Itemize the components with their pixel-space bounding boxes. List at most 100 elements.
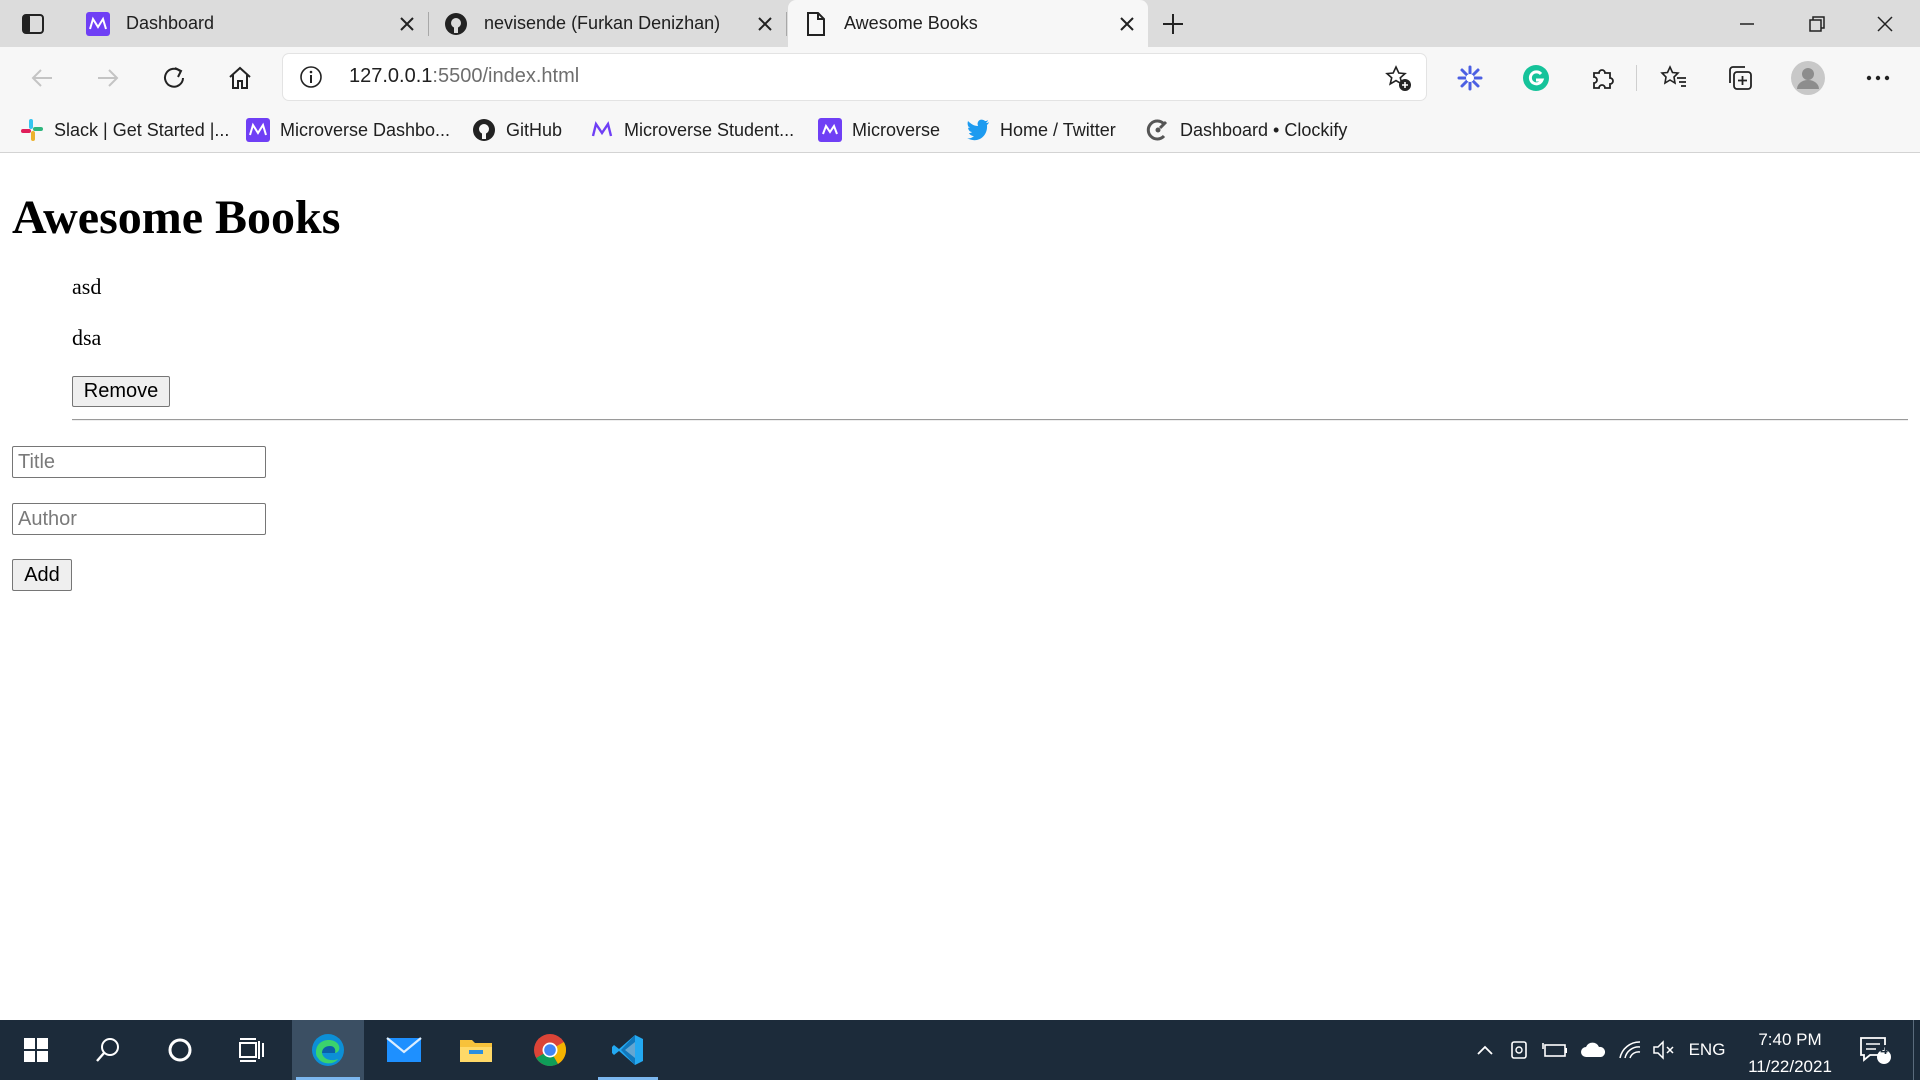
clock-time: 7:40 PM xyxy=(1758,1030,1822,1049)
microverse-outline-icon xyxy=(590,118,614,142)
url-path: :5500/index.html xyxy=(432,65,580,87)
search-button[interactable] xyxy=(72,1020,144,1080)
task-view-button[interactable] xyxy=(216,1020,288,1080)
extension-perplexity-button[interactable] xyxy=(1450,58,1490,98)
bookmark-microverse-student[interactable]: Microverse Student... xyxy=(590,115,794,145)
bookmark-microverse-dashboard[interactable]: Microverse Dashbo... xyxy=(246,115,450,145)
remove-button[interactable]: Remove xyxy=(72,376,170,407)
more-horizontal-icon xyxy=(1866,75,1890,81)
tray-volume[interactable] xyxy=(1648,1020,1680,1080)
slack-icon xyxy=(20,118,44,142)
toolbar-divider xyxy=(1636,65,1637,91)
author-input[interactable] xyxy=(12,503,266,535)
collections-button[interactable] xyxy=(1720,58,1760,98)
task-view-icon xyxy=(239,1038,264,1062)
bookmark-twitter[interactable]: Home / Twitter xyxy=(966,115,1116,145)
taskbar-mail[interactable] xyxy=(368,1020,440,1080)
bookmark-label: Microverse xyxy=(852,119,941,140)
cortana-button[interactable] xyxy=(144,1020,216,1080)
chevron-up-icon xyxy=(1477,1045,1493,1055)
tab-github[interactable]: nevisende (Furkan Denizhan) xyxy=(428,0,787,47)
bookmark-slack[interactable]: Slack | Get Started |... xyxy=(20,115,229,145)
page-icon xyxy=(804,11,828,36)
tab-title: Dashboard xyxy=(126,13,215,33)
profile-button[interactable] xyxy=(1788,58,1828,98)
bookmark-clockify[interactable]: Dashboard • Clockify xyxy=(1146,115,1347,145)
clockify-icon xyxy=(1146,118,1170,142)
bookmark-label: Microverse Student... xyxy=(624,119,795,140)
tab-dashboard[interactable]: Dashboard xyxy=(70,0,429,47)
settings-menu-button[interactable] xyxy=(1858,58,1898,98)
tray-language[interactable]: ENG xyxy=(1684,1020,1730,1080)
restore-icon xyxy=(1809,15,1825,32)
microverse-icon xyxy=(86,11,110,36)
book-author: dsa xyxy=(72,325,102,350)
bookmark-github[interactable]: GitHub xyxy=(472,115,562,145)
add-favorite-icon[interactable] xyxy=(1384,64,1412,92)
tab-awesome-books[interactable]: Awesome Books xyxy=(788,0,1148,47)
add-button[interactable]: Add xyxy=(12,559,72,591)
collections-icon xyxy=(1729,66,1752,90)
show-hidden-icons-button[interactable] xyxy=(1470,1020,1500,1080)
url-text: 127.0.0.1:5500/index.html xyxy=(349,65,579,88)
folder-icon xyxy=(460,1040,492,1062)
windows-taskbar: ENG 7:40 PM 11/22/2021 4 xyxy=(0,1020,1920,1080)
back-arrow-icon xyxy=(31,69,52,87)
book-divider xyxy=(72,419,1908,421)
tray-meet-now[interactable] xyxy=(1504,1020,1534,1080)
vscode-icon xyxy=(612,1035,643,1065)
tray-network[interactable] xyxy=(1614,1020,1646,1080)
start-button[interactable] xyxy=(0,1020,72,1080)
tab-actions-icon xyxy=(22,14,44,34)
new-tab-button[interactable] xyxy=(1158,10,1188,38)
page-content: Awesome Books asd dsa Remove Add xyxy=(0,154,1920,1020)
extensions-button[interactable] xyxy=(1582,58,1622,98)
title-input[interactable] xyxy=(12,446,266,478)
site-info-icon[interactable] xyxy=(299,65,323,89)
extension-grammarly-button[interactable] xyxy=(1516,58,1556,98)
tray-battery[interactable] xyxy=(1538,1020,1572,1080)
home-button[interactable] xyxy=(220,58,260,98)
browser-toolbar: 127.0.0.1:5500/index.html xyxy=(0,47,1920,107)
home-icon xyxy=(229,66,251,89)
bookmark-label: Home / Twitter xyxy=(1000,119,1116,140)
taskbar-edge[interactable] xyxy=(292,1020,364,1080)
forward-button[interactable] xyxy=(88,58,128,98)
tray-onedrive[interactable] xyxy=(1576,1020,1610,1080)
chrome-icon xyxy=(534,1034,567,1067)
close-icon xyxy=(1877,15,1893,32)
search-icon xyxy=(96,1038,119,1062)
refresh-button[interactable] xyxy=(154,58,194,98)
edge-browser-icon xyxy=(312,1034,344,1066)
address-bar[interactable]: 127.0.0.1:5500/index.html xyxy=(283,54,1426,100)
github-icon xyxy=(472,118,496,142)
plus-icon xyxy=(1163,14,1183,34)
taskbar-file-explorer[interactable] xyxy=(440,1020,512,1080)
close-window-button[interactable] xyxy=(1850,0,1920,47)
favorites-star-icon xyxy=(1660,65,1686,87)
bookmark-microverse[interactable]: Microverse xyxy=(818,115,940,145)
minimize-icon xyxy=(1740,22,1754,25)
back-button[interactable] xyxy=(22,58,62,98)
mail-icon xyxy=(386,1037,422,1062)
action-center-button[interactable]: 4 xyxy=(1852,1020,1898,1080)
taskbar-chrome[interactable] xyxy=(514,1020,586,1080)
taskbar-clock[interactable]: 7:40 PM 11/22/2021 xyxy=(1730,1026,1850,1080)
github-icon xyxy=(444,12,468,36)
close-tab-icon[interactable] xyxy=(1116,13,1138,35)
bookmark-label: Microverse Dashbo... xyxy=(280,119,451,140)
show-desktop-button[interactable] xyxy=(1913,1020,1920,1080)
minimize-button[interactable] xyxy=(1712,0,1782,47)
puzzle-icon xyxy=(1593,69,1614,89)
favorites-button[interactable] xyxy=(1654,58,1694,98)
tab-title: nevisende (Furkan Denizhan) xyxy=(484,13,721,33)
device-icon xyxy=(1511,1041,1527,1059)
bookmark-label: GitHub xyxy=(506,119,563,140)
language-indicator: ENG xyxy=(1688,1040,1726,1059)
close-tab-icon[interactable] xyxy=(754,13,776,35)
restore-button[interactable] xyxy=(1782,0,1852,47)
taskbar-vscode[interactable] xyxy=(592,1020,664,1080)
close-tab-icon[interactable] xyxy=(396,13,418,35)
bookmark-label: Slack | Get Started |... xyxy=(54,119,230,140)
tab-actions-button[interactable] xyxy=(18,10,48,38)
